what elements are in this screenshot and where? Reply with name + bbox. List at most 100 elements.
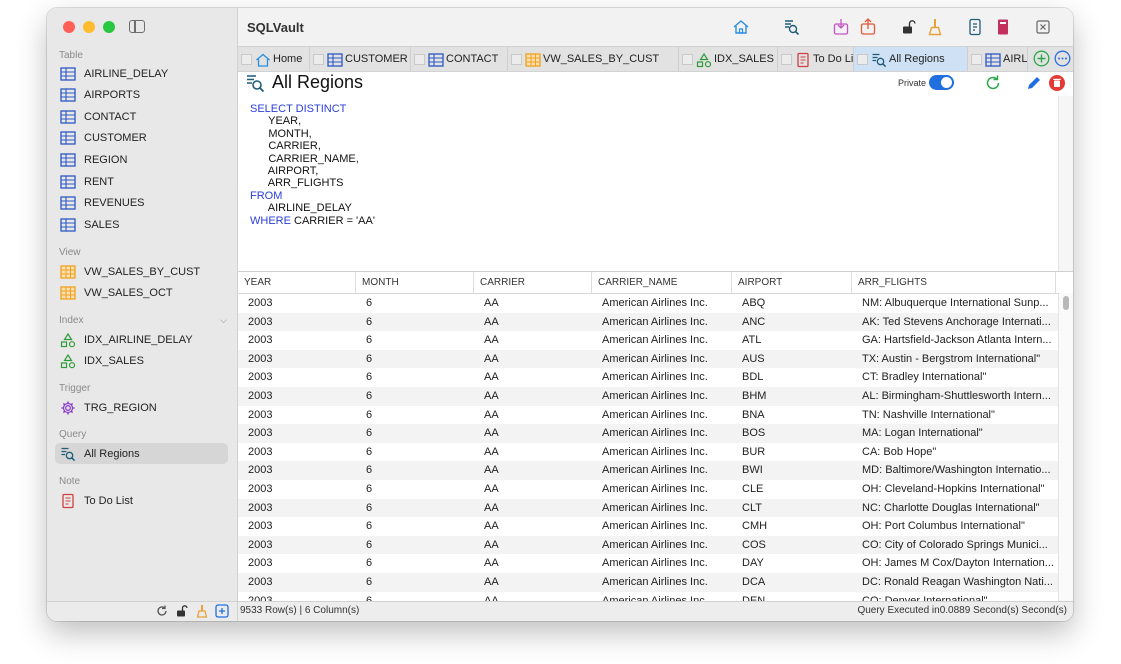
table-cell[interactable]: American Airlines Inc. — [596, 499, 732, 518]
table-cell[interactable]: TX: Austin - Bergstrom International" — [856, 350, 1056, 369]
unlock-icon[interactable] — [175, 604, 189, 618]
table-row[interactable]: 2003 6 AA American Airlines Inc. ATL GA: Hart… — [238, 331, 1059, 350]
table-cell[interactable]: NC: Charlotte Douglas International" — [856, 499, 1056, 518]
close-tab-icon[interactable] — [511, 53, 522, 65]
sidebar-item-airports[interactable]: AIRPORTS — [55, 85, 228, 106]
sidebar-item-trg-region[interactable]: TRG_REGION — [55, 397, 228, 418]
table-cell[interactable]: AA — [478, 554, 592, 573]
table-cell[interactable]: American Airlines Inc. — [596, 424, 732, 443]
table-cell[interactable]: CA: Bob Hope" — [856, 443, 1056, 462]
tab-home[interactable]: Home — [238, 47, 310, 71]
table-cell[interactable]: DCA — [736, 573, 852, 592]
close-window-button[interactable] — [63, 21, 75, 33]
add-tab-icon[interactable] — [1033, 50, 1050, 67]
table-row[interactable]: 2003 6 AA American Airlines Inc. BDL CT: Brad… — [238, 368, 1059, 387]
table-cell[interactable]: 6 — [360, 536, 474, 555]
table-cell[interactable]: AA — [478, 424, 592, 443]
close-tab-icon[interactable] — [241, 53, 252, 65]
column-header-year[interactable]: YEAR — [238, 272, 356, 293]
sidebar-item-idx-sales[interactable]: IDX_SALES — [55, 351, 228, 372]
sidebar-item-all-regions[interactable]: All Regions — [55, 443, 228, 464]
sidebar-toggle-icon[interactable] — [129, 20, 145, 33]
close-panel-icon[interactable] — [1034, 18, 1052, 36]
table-row[interactable]: 2003 6 AA American Airlines Inc. AUS TX: Aust… — [238, 349, 1059, 369]
table-cell[interactable]: DC: Ronald Reagan Washington Nati... — [856, 573, 1056, 592]
table-cell[interactable]: BOS — [736, 424, 852, 443]
book-icon[interactable] — [994, 18, 1012, 36]
table-cell[interactable]: AA — [478, 499, 592, 518]
table-cell[interactable]: 2003 — [242, 406, 356, 425]
table-cell[interactable]: 2003 — [242, 368, 356, 387]
export-icon[interactable] — [859, 18, 877, 36]
sidebar-item-contact[interactable]: CONTACT — [55, 106, 228, 127]
table-cell[interactable]: AA — [478, 536, 592, 555]
table-cell[interactable]: CO: City of Colorado Springs Munici... — [856, 536, 1056, 555]
sidebar-item-revenues[interactable]: REVENUES — [55, 193, 228, 214]
refresh-icon[interactable] — [155, 604, 169, 618]
table-cell[interactable]: BNA — [736, 406, 852, 425]
sql-code[interactable]: SELECT DISTINCT YEAR, MONTH, CARRIER, CA… — [250, 103, 375, 227]
tab-vw-sales-by-cust[interactable]: VW_SALES_BY_CUST — [508, 47, 679, 71]
table-cell[interactable]: 6 — [360, 294, 474, 313]
table-row[interactable]: 2003 6 AA American Airlines Inc. BOS MA: Loga… — [238, 424, 1059, 443]
broom-icon[interactable] — [195, 604, 209, 618]
private-toggle[interactable] — [929, 75, 954, 90]
table-cell[interactable]: 6 — [360, 480, 474, 499]
editor-scrollbar[interactable] — [1058, 96, 1073, 271]
sidebar-item-airline-delay[interactable]: AIRLINE_DELAY — [55, 63, 228, 84]
table-cell[interactable]: American Airlines Inc. — [596, 350, 732, 369]
table-cell[interactable]: American Airlines Inc. — [596, 406, 732, 425]
table-cell[interactable]: American Airlines Inc. — [596, 517, 732, 536]
table-cell[interactable]: American Airlines Inc. — [596, 313, 732, 332]
tab-to-do-list[interactable]: To Do List — [778, 47, 854, 71]
table-cell[interactable]: ANC — [736, 313, 852, 332]
table-cell[interactable]: AA — [478, 387, 592, 406]
table-cell[interactable]: 2003 — [242, 387, 356, 406]
sidebar-item-region[interactable]: REGION — [55, 149, 228, 170]
sidebar-item-customer[interactable]: CUSTOMER — [55, 128, 228, 149]
table-cell[interactable]: 2003 — [242, 461, 356, 480]
column-header-airport[interactable]: AIRPORT — [732, 272, 852, 293]
table-cell[interactable]: 2003 — [242, 499, 356, 518]
table-cell[interactable]: 6 — [360, 517, 474, 536]
table-row[interactable]: 2003 6 AA American Airlines Inc. BNA TN: Nash… — [238, 406, 1059, 425]
table-row[interactable]: 2003 6 AA American Airlines Inc. CLT NC: Char… — [238, 498, 1059, 518]
table-cell[interactable]: 2003 — [242, 313, 356, 332]
table-row[interactable]: 2003 6 AA American Airlines Inc. ANC AK: Ted … — [238, 312, 1059, 332]
table-cell[interactable]: CLT — [736, 499, 852, 518]
table-cell[interactable]: 6 — [360, 331, 474, 350]
table-cell[interactable]: 2003 — [242, 554, 356, 573]
column-header-carrier[interactable]: CARRIER — [474, 272, 592, 293]
table-cell[interactable]: AUS — [736, 350, 852, 369]
table-cell[interactable]: AA — [478, 406, 592, 425]
table-cell[interactable]: 6 — [360, 573, 474, 592]
table-cell[interactable]: AK: Ted Stevens Anchorage Internati... — [856, 313, 1056, 332]
table-cell[interactable]: MA: Logan International" — [856, 424, 1056, 443]
table-row[interactable]: 2003 6 AA American Airlines Inc. CLE OH: Clev… — [238, 480, 1059, 499]
table-cell[interactable]: AA — [478, 350, 592, 369]
tab-idx-sales[interactable]: IDX_SALES — [679, 47, 778, 71]
add-icon[interactable] — [215, 604, 229, 618]
table-cell[interactable]: BDL — [736, 368, 852, 387]
table-cell[interactable]: American Airlines Inc. — [596, 443, 732, 462]
table-cell[interactable]: 2003 — [242, 536, 356, 555]
table-cell[interactable]: 2003 — [242, 517, 356, 536]
tab-airli[interactable]: AIRLI — [968, 47, 1028, 71]
grid-scrollbar[interactable] — [1058, 293, 1073, 602]
table-cell[interactable]: AA — [478, 517, 592, 536]
table-cell[interactable]: 6 — [360, 350, 474, 369]
broom-icon[interactable] — [926, 18, 944, 36]
table-cell[interactable]: 2003 — [242, 573, 356, 592]
edit-pencil-icon[interactable] — [1025, 74, 1043, 92]
sidebar-item-rent[interactable]: RENT — [55, 171, 228, 192]
table-cell[interactable]: American Airlines Inc. — [596, 368, 732, 387]
delete-icon[interactable] — [1048, 74, 1066, 92]
table-cell[interactable]: OH: James M Cox/Dayton Internation... — [856, 554, 1056, 573]
table-cell[interactable]: American Airlines Inc. — [596, 554, 732, 573]
table-cell[interactable]: 6 — [360, 387, 474, 406]
table-cell[interactable]: MD: Baltimore/Washington Internatio... — [856, 461, 1056, 480]
table-cell[interactable]: American Airlines Inc. — [596, 331, 732, 350]
table-cell[interactable]: 2003 — [242, 294, 356, 313]
table-cell[interactable]: AA — [478, 461, 592, 480]
table-cell[interactable]: 2003 — [242, 443, 356, 462]
